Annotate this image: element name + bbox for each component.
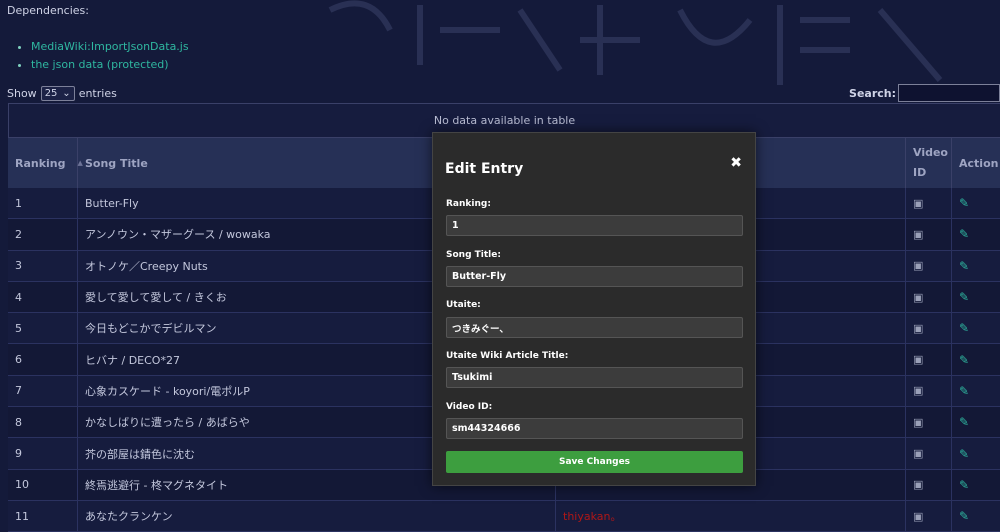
dependency-item: the json data (protected) <box>31 56 189 74</box>
edit-icon[interactable]: ✎ <box>959 478 969 492</box>
cell-video-id: ▣ <box>906 188 952 219</box>
video-id-label: Video ID: <box>446 402 493 412</box>
cell-action: ✎ <box>952 344 1000 374</box>
cell-action: ✎ <box>952 282 1000 312</box>
edit-icon[interactable]: ✎ <box>959 227 969 241</box>
cell-action: ✎ <box>952 313 1000 343</box>
ranking-field[interactable]: 1 <box>446 215 743 236</box>
cell-ranking: 8 <box>8 407 78 438</box>
entries-value: 25 <box>44 88 58 99</box>
edit-icon[interactable]: ✎ <box>959 259 969 273</box>
wiki-article-title-label: Utaite Wiki Article Title: <box>446 351 569 361</box>
dependencies-list: MediaWiki:ImportJsonData.js the json dat… <box>17 38 189 74</box>
video-thumbnail-icon[interactable]: ▣ <box>913 353 923 366</box>
utaite-label: Utaite: <box>446 300 481 310</box>
dependencies-title: Dependencies: <box>7 4 89 17</box>
save-changes-button[interactable]: Save Changes <box>446 451 743 473</box>
chevron-down-icon: ⌄ <box>62 88 71 99</box>
edit-icon[interactable]: ✎ <box>959 415 969 429</box>
entries-select[interactable]: 25 ⌄ <box>40 86 75 101</box>
table-row: 11 あなたクランケン thiyakan。 ▣ ✎ <box>8 500 1000 532</box>
show-label: Show <box>7 87 37 100</box>
song-title-field[interactable]: Butter-Fly <box>446 266 743 287</box>
edit-icon[interactable]: ✎ <box>959 353 969 367</box>
cell-video-id: ▣ <box>906 281 952 313</box>
header-song-title-label: Song Title <box>85 156 148 170</box>
cell-action: ✎ <box>952 219 1000 249</box>
header-video-id-label-1: Video <box>913 146 948 159</box>
close-icon[interactable]: ✖ <box>730 155 742 171</box>
cell-video-id: ▣ <box>906 313 952 344</box>
cell-video-id: ▣ <box>906 407 952 438</box>
modal-title: Edit Entry <box>445 161 524 177</box>
cell-ranking: 2 <box>8 219 78 250</box>
cell-action: ✎ <box>952 188 1000 218</box>
dependency-link-json-data[interactable]: the json data (protected) <box>31 58 169 71</box>
edit-icon[interactable]: ✎ <box>959 290 969 304</box>
search-control: Search: <box>849 84 1000 102</box>
header-ranking[interactable]: Ranking ▲ <box>8 138 83 188</box>
video-thumbnail-icon[interactable]: ▣ <box>913 259 923 272</box>
header-action[interactable]: Action <box>952 138 1000 188</box>
ranking-label: Ranking: <box>446 199 491 209</box>
edit-icon[interactable]: ✎ <box>959 196 969 210</box>
cell-ranking: 9 <box>8 438 78 469</box>
cell-action: ✎ <box>952 376 1000 406</box>
song-title-label: Song Title: <box>446 250 501 260</box>
cell-action: ✎ <box>952 407 1000 437</box>
search-input[interactable] <box>898 84 1000 102</box>
video-thumbnail-icon[interactable]: ▣ <box>913 478 923 491</box>
video-thumbnail-icon[interactable]: ▣ <box>913 197 923 210</box>
video-thumbnail-icon[interactable]: ▣ <box>913 416 923 429</box>
edit-entry-modal: Edit Entry ✖ Ranking: 1 Song Title: Butt… <box>432 132 756 486</box>
cell-video-id: ▣ <box>906 438 952 469</box>
cell-ranking: 1 <box>8 188 78 219</box>
cell-action: ✎ <box>952 438 1000 468</box>
video-thumbnail-icon[interactable]: ▣ <box>913 291 923 304</box>
header-ranking-label: Ranking <box>15 156 66 170</box>
cell-ranking: 10 <box>8 469 78 500</box>
video-thumbnail-icon[interactable]: ▣ <box>913 322 923 335</box>
cell-video-id: ▣ <box>906 344 952 375</box>
dependency-link-importjsondata[interactable]: MediaWiki:ImportJsonData.js <box>31 40 189 53</box>
cell-video-id: ▣ <box>906 250 952 281</box>
wiki-article-title-field[interactable]: Tsukimi <box>446 367 743 388</box>
cell-ranking: 7 <box>8 375 78 407</box>
entries-length-control: Show 25 ⌄ entries <box>7 86 117 101</box>
header-action-label: Action <box>959 156 999 170</box>
cell-ranking: 5 <box>8 313 78 344</box>
video-thumbnail-icon[interactable]: ▣ <box>913 510 923 523</box>
header-video-id[interactable]: Video ID <box>906 138 952 188</box>
cell-video-id: ▣ <box>906 469 952 500</box>
entries-label: entries <box>78 87 117 100</box>
video-id-field[interactable]: sm44324666 <box>446 418 743 439</box>
cell-video-id: ▣ <box>906 375 952 407</box>
utaite-field[interactable]: つきみぐー、 <box>446 317 743 338</box>
cell-ranking: 4 <box>8 281 78 313</box>
video-thumbnail-icon[interactable]: ▣ <box>913 384 923 397</box>
header-video-id-label-2: ID <box>913 166 927 179</box>
video-thumbnail-icon[interactable]: ▣ <box>913 447 923 460</box>
edit-icon[interactable]: ✎ <box>959 321 969 335</box>
cell-video-id: ▣ <box>906 219 952 250</box>
search-label: Search: <box>849 86 896 100</box>
edit-icon[interactable]: ✎ <box>959 447 969 461</box>
cell-action: ✎ <box>952 251 1000 281</box>
dependency-item: MediaWiki:ImportJsonData.js <box>31 38 189 56</box>
video-thumbnail-icon[interactable]: ▣ <box>913 228 923 241</box>
cell-ranking: 6 <box>8 344 78 375</box>
cell-ranking: 3 <box>8 250 78 281</box>
edit-icon[interactable]: ✎ <box>959 384 969 398</box>
cell-action: ✎ <box>952 470 1000 500</box>
edit-icon[interactable]: ✎ <box>959 509 969 523</box>
